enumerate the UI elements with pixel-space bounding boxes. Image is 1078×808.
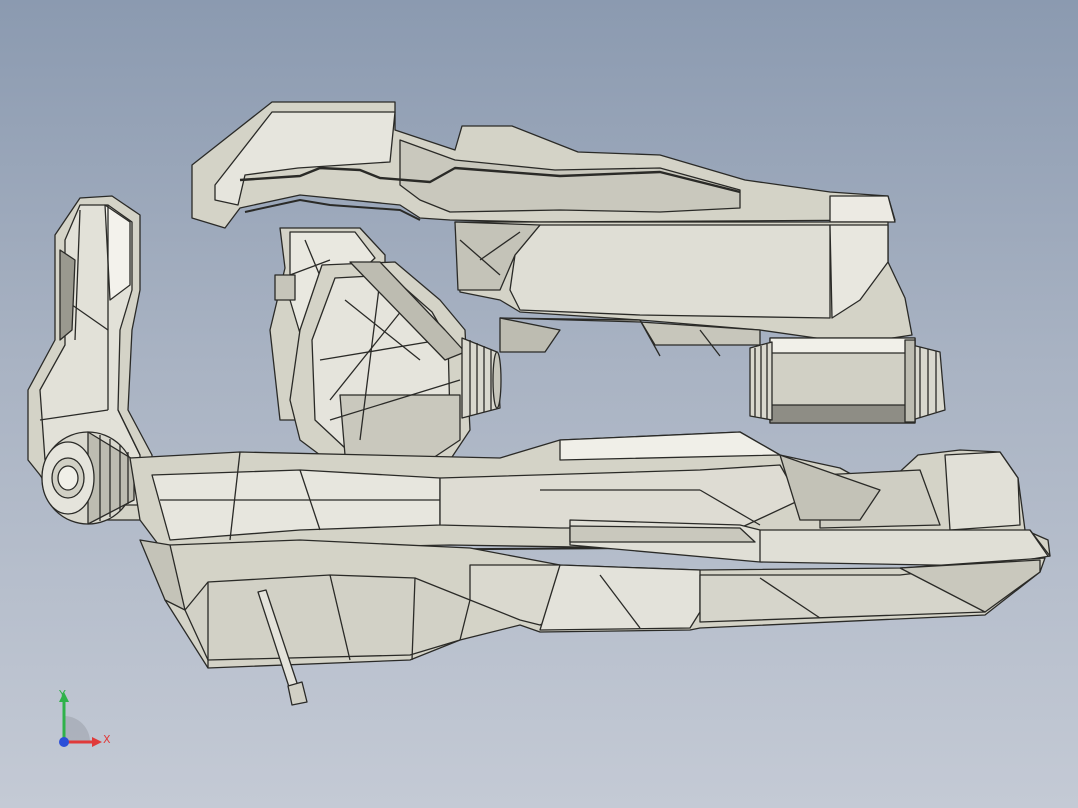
chamber-nozzle-part[interactable] <box>461 337 502 419</box>
top-shell-part[interactable] <box>191 101 896 229</box>
z-axis-dot-icon <box>59 737 69 747</box>
cad-3d-viewport[interactable]: Y X <box>0 0 1078 808</box>
triad-plane-icon <box>64 716 90 742</box>
y-axis-label: Y <box>59 688 66 701</box>
rear-cylinder-part[interactable] <box>749 337 946 424</box>
energy-chamber-part[interactable] <box>289 261 471 471</box>
x-axis-label: X <box>103 733 111 746</box>
blaster-3d-model[interactable] <box>0 0 1078 808</box>
pivot-knob-part[interactable] <box>41 431 135 525</box>
upper-receiver-part[interactable] <box>454 221 913 357</box>
